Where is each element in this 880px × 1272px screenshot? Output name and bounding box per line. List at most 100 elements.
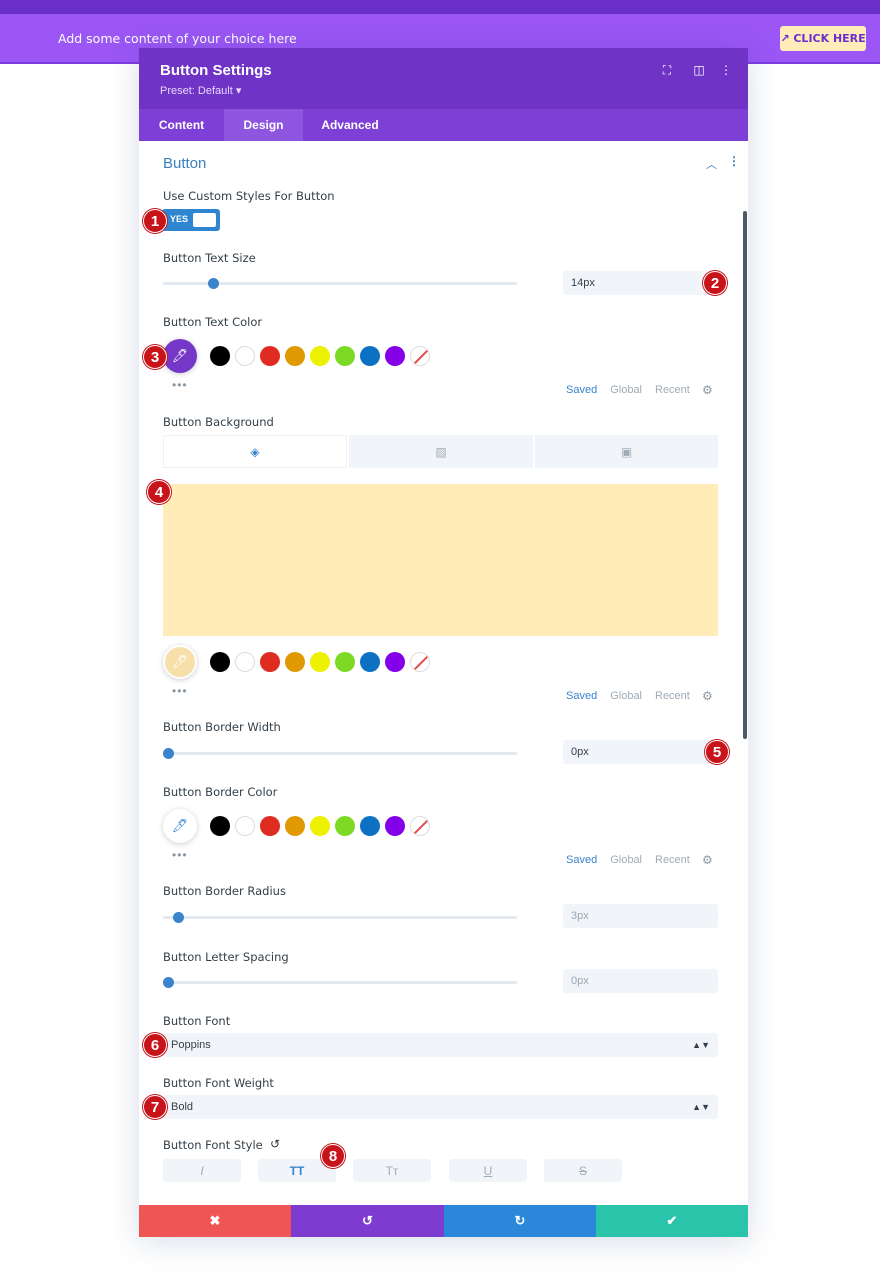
- font-weight-label: Button Font Weight: [163, 1076, 274, 1090]
- color-swatch-white[interactable]: [235, 652, 255, 672]
- gear-icon[interactable]: ⚙: [702, 853, 713, 867]
- redo-button[interactable]: ↻: [444, 1205, 596, 1237]
- capitalize-button[interactable]: Tт: [353, 1159, 431, 1182]
- strikethrough-button[interactable]: S: [544, 1159, 622, 1182]
- select-arrows-icon: ▲▼: [692, 1040, 710, 1050]
- annotation-badge: 6: [143, 1033, 167, 1057]
- palette-tab-recent[interactable]: Recent: [655, 854, 690, 866]
- color-swatch-red[interactable]: [260, 816, 280, 836]
- cancel-button[interactable]: ✖: [139, 1205, 291, 1237]
- fullscreen-icon[interactable]: ⛶: [660, 63, 674, 77]
- undo-button[interactable]: ↺: [291, 1205, 444, 1237]
- color-swatch-green[interactable]: [335, 816, 355, 836]
- color-swatch-purple[interactable]: [385, 816, 405, 836]
- color-swatch-blue[interactable]: [360, 346, 380, 366]
- color-swatch-orange[interactable]: [285, 652, 305, 672]
- letter-spacing-input[interactable]: 0px: [563, 969, 718, 993]
- color-swatch-white[interactable]: [235, 816, 255, 836]
- gear-icon[interactable]: ⚙: [702, 383, 713, 397]
- annotation-badge: 4: [147, 480, 171, 504]
- palette-tab-saved[interactable]: Saved: [566, 384, 597, 396]
- border-radius-input[interactable]: 3px: [563, 904, 718, 928]
- color-swatch-yellow[interactable]: [310, 652, 330, 672]
- palette-tab-saved[interactable]: Saved: [566, 690, 597, 702]
- text-size-input[interactable]: 14px: [563, 271, 718, 295]
- palette-tab-global[interactable]: Global: [610, 690, 642, 702]
- modal-tabs: Content Design Advanced: [139, 109, 748, 141]
- color-swatch-black[interactable]: [210, 652, 230, 672]
- select-arrows-icon: ▲▼: [692, 1102, 710, 1112]
- border-color-picker[interactable]: 🖊: [163, 809, 197, 843]
- background-color-picker[interactable]: 🖊: [163, 645, 197, 679]
- color-swatch-none[interactable]: [410, 816, 430, 836]
- color-swatch-green[interactable]: [335, 652, 355, 672]
- top-bar: [0, 0, 880, 14]
- color-swatch-blue[interactable]: [360, 652, 380, 672]
- border-width-slider-handle[interactable]: [163, 748, 174, 759]
- palette-tab-global[interactable]: Global: [610, 384, 642, 396]
- save-button[interactable]: ✔: [596, 1205, 748, 1237]
- color-swatch-blue[interactable]: [360, 816, 380, 836]
- more-colors-icon[interactable]: •••: [172, 848, 188, 862]
- section-more-icon[interactable]: ⋮: [728, 154, 740, 168]
- annotation-badge: 2: [703, 271, 727, 295]
- section-title[interactable]: Button: [163, 155, 206, 172]
- split-view-icon[interactable]: ◫: [692, 63, 706, 77]
- reset-icon[interactable]: ↺: [270, 1137, 280, 1151]
- border-width-slider[interactable]: [163, 752, 517, 755]
- promo-text: Add some content of your choice here: [58, 31, 297, 46]
- italic-button[interactable]: I: [163, 1159, 241, 1182]
- color-swatch-red[interactable]: [260, 652, 280, 672]
- color-swatch-yellow[interactable]: [310, 346, 330, 366]
- color-swatch-purple[interactable]: [385, 652, 405, 672]
- palette-tab-saved[interactable]: Saved: [566, 854, 597, 866]
- palette-tab-recent[interactable]: Recent: [655, 690, 690, 702]
- palette-tab-global[interactable]: Global: [610, 854, 642, 866]
- palette-tab-recent[interactable]: Recent: [655, 384, 690, 396]
- letter-spacing-slider[interactable]: [163, 981, 517, 984]
- color-swatch-green[interactable]: [335, 346, 355, 366]
- color-swatch-none[interactable]: [410, 652, 430, 672]
- border-width-input[interactable]: 0px: [563, 740, 718, 764]
- font-select[interactable]: Poppins ▲▼: [163, 1033, 718, 1057]
- bg-tab-gradient[interactable]: ▨: [349, 435, 533, 468]
- letter-spacing-slider-handle[interactable]: [163, 977, 174, 988]
- tab-advanced[interactable]: Advanced: [303, 109, 397, 141]
- chevron-up-icon[interactable]: ︿: [706, 156, 717, 172]
- tab-design[interactable]: Design: [224, 109, 303, 141]
- color-swatch-purple[interactable]: [385, 346, 405, 366]
- more-colors-icon[interactable]: •••: [172, 378, 188, 392]
- promo-button[interactable]: ↗ CLICK HERE: [780, 26, 866, 51]
- preset-selector[interactable]: Preset: Default ▾: [160, 84, 241, 97]
- underline-button[interactable]: U: [449, 1159, 527, 1182]
- scrollbar[interactable]: [743, 211, 747, 739]
- border-radius-slider[interactable]: [163, 916, 517, 919]
- color-swatch-red[interactable]: [260, 346, 280, 366]
- custom-styles-toggle[interactable]: YES: [162, 209, 220, 231]
- text-size-slider-handle[interactable]: [208, 278, 219, 289]
- color-swatch-black[interactable]: [210, 816, 230, 836]
- color-swatch-none[interactable]: [410, 346, 430, 366]
- background-color-preview[interactable]: [163, 484, 718, 636]
- gear-icon[interactable]: ⚙: [702, 689, 713, 703]
- more-colors-icon[interactable]: •••: [172, 684, 188, 698]
- font-weight-select[interactable]: Bold ▲▼: [163, 1095, 718, 1119]
- palette-tabs: Saved Global Recent: [566, 854, 703, 866]
- font-weight-select-value: Bold: [171, 1101, 194, 1113]
- text-color-picker[interactable]: 🖊: [163, 339, 197, 373]
- color-swatch-orange[interactable]: [285, 346, 305, 366]
- color-swatch-orange[interactable]: [285, 816, 305, 836]
- annotation-badge: 5: [705, 740, 729, 764]
- border-radius-slider-handle[interactable]: [173, 912, 184, 923]
- more-vertical-icon[interactable]: ⋮: [719, 63, 733, 77]
- bg-tab-image[interactable]: ▣: [535, 435, 718, 468]
- modal-title: Button Settings: [160, 62, 272, 79]
- color-swatch-yellow[interactable]: [310, 816, 330, 836]
- tab-content[interactable]: Content: [139, 109, 224, 141]
- color-swatch-white[interactable]: [235, 346, 255, 366]
- eyedropper-icon: 🖊: [171, 818, 189, 833]
- button-settings-modal: Button Settings Preset: Default ▾ ⛶ ◫ ⋮ …: [139, 48, 748, 1237]
- custom-styles-label: Use Custom Styles For Button: [163, 189, 335, 203]
- bg-tab-color[interactable]: ◈: [163, 435, 347, 468]
- color-swatch-black[interactable]: [210, 346, 230, 366]
